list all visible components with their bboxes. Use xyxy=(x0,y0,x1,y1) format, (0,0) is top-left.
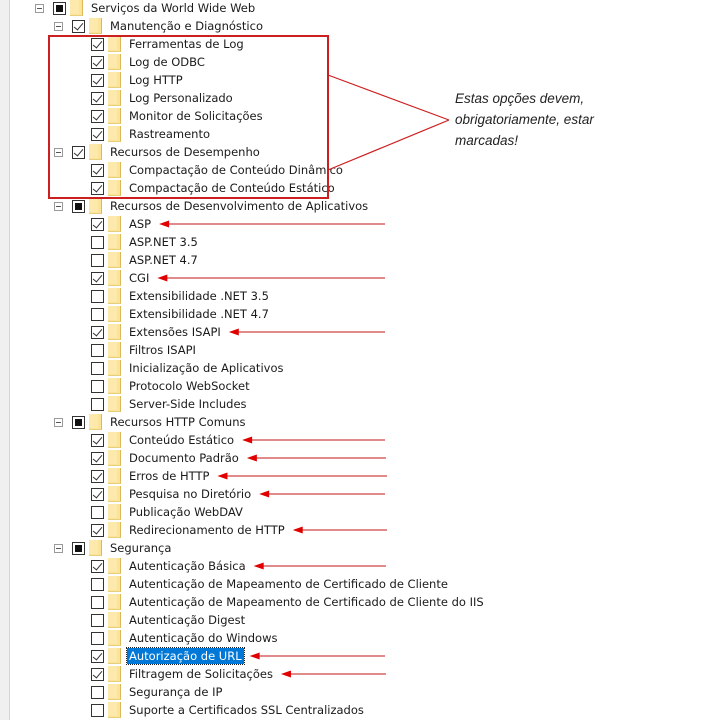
arrowhead-icon xyxy=(280,670,291,678)
arrowhead-icon xyxy=(292,526,303,534)
callout-line xyxy=(327,74,450,121)
arrowhead-icon xyxy=(249,652,260,660)
arrowhead-icon xyxy=(246,454,257,462)
callout-text: Estas opções devem, obrigatoriamente, es… xyxy=(455,91,594,148)
callout-line xyxy=(327,119,450,171)
arrowhead-icon xyxy=(217,472,228,480)
arrowhead-icon xyxy=(228,328,239,336)
arrowhead-icon xyxy=(157,274,168,282)
arrowhead-icon xyxy=(253,562,264,570)
arrowhead-icon xyxy=(259,490,270,498)
arrowhead-icon xyxy=(242,436,253,444)
arrowhead-icon xyxy=(159,220,170,228)
annotation-overlay xyxy=(48,35,450,678)
required-options-highlight-box xyxy=(48,35,329,199)
